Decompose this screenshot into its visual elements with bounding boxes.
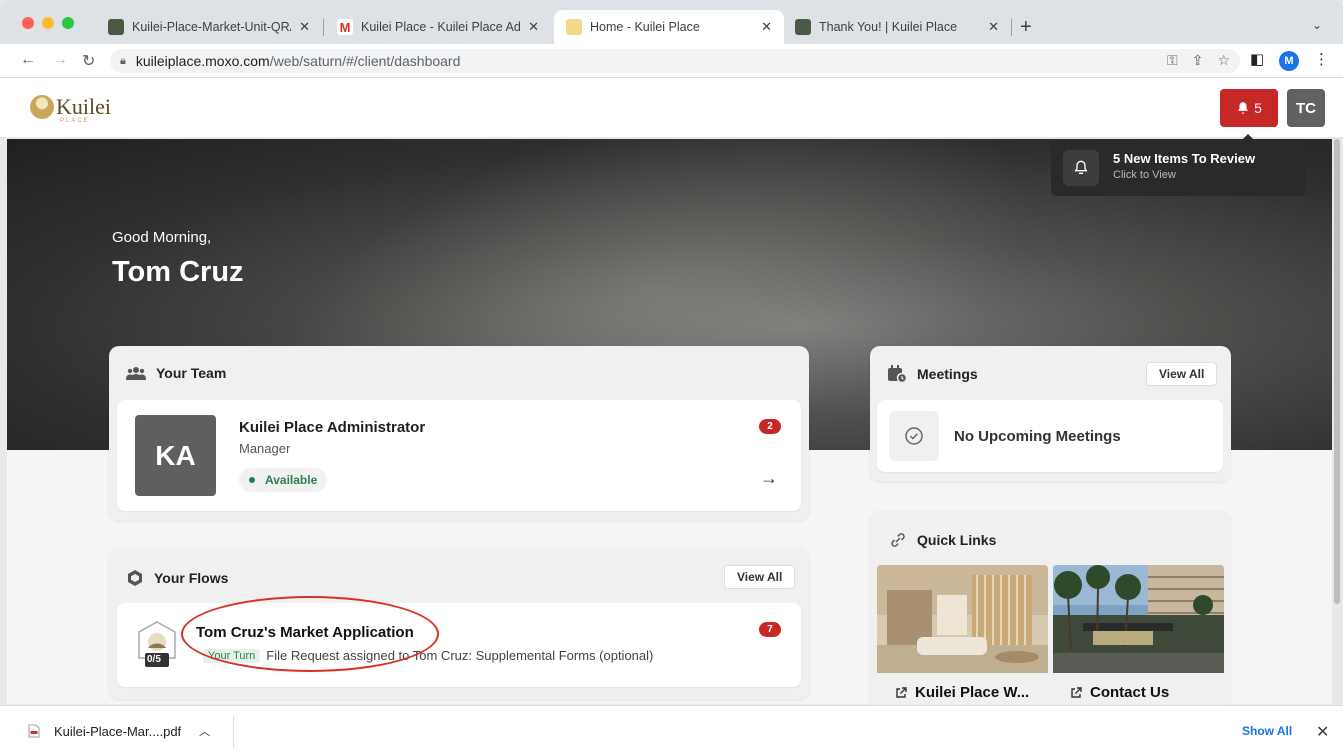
external-link-icon — [1071, 686, 1082, 698]
link-icon — [889, 531, 907, 549]
download-item[interactable]: Kuilei-Place-Mar....pdf ︿ — [28, 723, 210, 739]
notification-tooltip[interactable]: 5 New Items To Review Click to View — [1051, 134, 1306, 196]
kuilei-logo[interactable]: Kuilei — [30, 94, 111, 120]
flows-icon — [126, 569, 144, 587]
tab-separator — [1011, 18, 1012, 36]
close-download-bar-icon[interactable]: ✕ — [1316, 722, 1329, 742]
bell-outline-icon — [1063, 150, 1099, 186]
quick-link-image-exterior[interactable] — [1053, 565, 1224, 673]
tab-search-chevron-icon[interactable]: ⌄ — [1312, 18, 1322, 32]
reload-icon[interactable]: ↻ — [82, 51, 95, 71]
download-options-chevron-icon[interactable]: ︿ — [199, 723, 210, 739]
sidebar-toggle-icon[interactable]: ◧ — [1250, 50, 1264, 68]
close-tab-icon[interactable]: ✕ — [299, 19, 310, 35]
browser-tab[interactable]: Kuilei-Place-Market-Unit-QRA ✕ — [96, 10, 322, 44]
browser-tab-bar: Kuilei-Place-Market-Unit-QRA ✕ M Kuilei … — [0, 0, 1343, 44]
app-header: Kuilei PLACE 5 TC — [0, 78, 1343, 138]
unread-count-badge: 2 — [759, 419, 781, 434]
flows-view-all-button[interactable]: View All — [724, 565, 796, 589]
flow-thumbnail: 0/5 — [136, 620, 178, 668]
address-bar[interactable]: 🔒︎ kuileiplace.moxo.com/web/saturn/#/cli… — [110, 49, 1240, 73]
no-meetings-text: No Upcoming Meetings — [954, 428, 1121, 445]
forward-arrow-icon[interactable]: → — [52, 51, 68, 69]
page-scrollbar[interactable] — [1333, 139, 1341, 604]
status-badge: Available — [239, 468, 328, 492]
logo-subtext: PLACE — [60, 118, 90, 124]
browser-menu-icon[interactable]: ⋮ — [1314, 50, 1329, 68]
external-link-icon — [896, 686, 907, 698]
bell-icon — [1238, 102, 1248, 114]
greeting-text: Good Morning, — [112, 229, 212, 246]
download-separator — [233, 716, 234, 748]
browser-tab[interactable]: M Kuilei Place - Kuilei Place Adm ✕ — [325, 10, 551, 44]
new-tab-button[interactable]: + — [1020, 16, 1032, 39]
close-tab-icon[interactable]: ✕ — [988, 19, 999, 35]
meetings-view-all-button[interactable]: View All — [1146, 362, 1218, 386]
notifications-button[interactable]: 5 — [1220, 89, 1278, 127]
minimize-window-button[interactable] — [42, 17, 54, 29]
quick-link-image-lobby[interactable] — [877, 565, 1048, 673]
lock-icon: 🔒︎ — [120, 54, 126, 67]
user-name-heading: Tom Cruz — [112, 256, 244, 288]
tab-separator — [323, 18, 324, 36]
member-name: Kuilei Place Administrator — [239, 419, 426, 436]
flow-progress: 0/5 — [147, 654, 161, 665]
zoom-window-button[interactable] — [62, 17, 74, 29]
quick-links-heading: Quick Links — [889, 531, 996, 549]
profile-avatar[interactable]: M — [1279, 51, 1299, 71]
team-icon — [126, 366, 146, 380]
status-dot-icon — [249, 477, 255, 483]
arrow-right-icon[interactable]: → — [760, 468, 778, 489]
user-avatar-button[interactable]: TC — [1287, 89, 1325, 127]
meetings-empty-card: No Upcoming Meetings — [877, 400, 1223, 472]
meetings-panel: Meetings View All No Upcoming Meetings — [870, 346, 1231, 481]
meetings-heading: Meetings — [887, 365, 978, 383]
quick-link-contact-us[interactable]: Contact Us — [1070, 684, 1169, 701]
check-circle-icon — [889, 411, 939, 461]
calendar-clock-icon — [887, 365, 907, 383]
back-arrow-icon[interactable]: ← — [20, 51, 36, 69]
gmail-icon: M — [337, 19, 353, 35]
browser-tab[interactable]: Thank You! | Kuilei Place ✕ — [783, 10, 1011, 44]
close-tab-icon[interactable]: ✕ — [761, 19, 772, 35]
team-member-card[interactable]: KA Kuilei Place Administrator Manager Av… — [117, 400, 801, 511]
flow-unread-badge: 7 — [759, 622, 781, 637]
bookmark-star-icon[interactable]: ☆ — [1217, 52, 1230, 69]
pdf-file-icon — [28, 724, 40, 738]
close-window-button[interactable] — [22, 17, 34, 29]
share-icon[interactable]: ⇪ — [1192, 52, 1204, 69]
image-favicon-icon — [795, 19, 811, 35]
image-favicon-icon — [108, 19, 124, 35]
show-all-downloads-button[interactable]: Show All — [1242, 724, 1292, 738]
highlight-circle-annotation — [181, 596, 439, 672]
team-heading: Your Team — [126, 365, 226, 381]
browser-tab-active[interactable]: Home - Kuilei Place ✕ — [554, 10, 784, 44]
member-avatar: KA — [135, 415, 216, 496]
key-icon[interactable]: ⚿ — [1167, 52, 1178, 69]
scrollbar-thumb[interactable] — [1334, 139, 1340, 604]
member-role: Manager — [239, 441, 291, 456]
team-panel: Your Team KA Kuilei Place Administrator … — [109, 346, 809, 520]
kuilei-favicon-icon — [566, 19, 582, 35]
logo-mark-icon — [30, 95, 54, 119]
quick-link-website[interactable]: Kuilei Place W... — [895, 684, 1029, 701]
download-bar: Kuilei-Place-Mar....pdf ︿ Show All ✕ — [0, 705, 1343, 756]
browser-toolbar: ← → ↻ 🔒︎ kuileiplace.moxo.com/web/saturn… — [0, 44, 1343, 78]
close-tab-icon[interactable]: ✕ — [528, 19, 539, 35]
flows-heading: Your Flows — [126, 569, 228, 587]
